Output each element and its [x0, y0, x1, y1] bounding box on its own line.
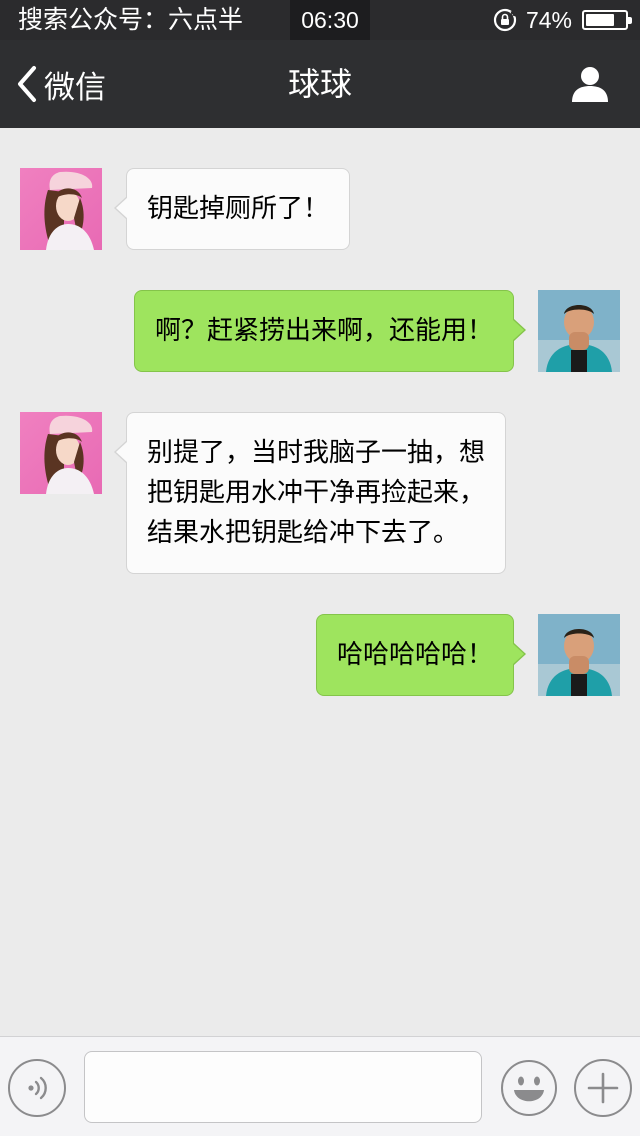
female-avatar[interactable] — [20, 168, 102, 250]
status-indicators: 74% — [492, 0, 632, 40]
battery-percent: 74% — [525, 6, 572, 33]
status-time: 06:30 — [290, 0, 370, 40]
message-text-line: 把钥匙用水冲干净再捡起来， — [147, 478, 486, 508]
message-text-line: 结果水把钥匙给冲下去了。 — [147, 518, 460, 548]
message-text: 钥匙掉厕所了！ — [147, 194, 330, 224]
back-button-label: 微信 — [44, 69, 106, 106]
received-message-bubble[interactable]: 别提了，当时我脑子一抽，想 把钥匙用水冲干净再捡起来， 结果水把钥匙给冲下去了。 — [113, 412, 507, 574]
female-avatar[interactable] — [20, 412, 102, 494]
battery-fill — [586, 14, 614, 26]
sent-message-bubble[interactable]: 哈哈哈哈哈！ — [315, 614, 527, 696]
status-carrier: 搜索公众号：六点半 — [18, 5, 244, 34]
message-text-line: 别提了，当时我脑子一抽，想 — [147, 438, 486, 468]
received-message-bubble[interactable]: 钥匙掉厕所了！ — [113, 168, 351, 250]
status-bar: 搜索公众号：六点半 06:30 74% — [0, 0, 640, 40]
battery-tip — [628, 17, 632, 24]
chevron-left-icon — [18, 66, 36, 102]
plus-icon — [587, 1072, 619, 1104]
message-input-bar — [0, 1036, 640, 1136]
voice-icon — [28, 1076, 47, 1100]
back-button[interactable]: 微信 — [16, 40, 106, 128]
navigation-bar: 球球 微信 — [0, 40, 640, 128]
person-icon[interactable] — [570, 64, 610, 104]
message-text: 哈哈哈哈哈！ — [336, 640, 493, 670]
battery-icon — [582, 10, 632, 30]
male-avatar[interactable] — [538, 290, 620, 372]
sent-message-bubble[interactable]: 啊？赶紧捞出来啊，还能用！ — [133, 290, 527, 372]
chat-message-list[interactable]: 钥匙掉厕所了！ 啊？赶紧捞出来啊，还能用！ 别提了，当时我脑子一抽，想 把钥匙用… — [0, 128, 640, 1036]
male-avatar[interactable] — [538, 614, 620, 696]
rotation-lock-icon — [493, 8, 518, 32]
message-text: 啊？赶紧捞出来啊，还能用！ — [154, 316, 493, 346]
more-options-button[interactable] — [574, 1059, 632, 1117]
message-input[interactable] — [84, 1051, 482, 1123]
emoji-icon[interactable] — [500, 1059, 558, 1117]
voice-input-button[interactable] — [8, 1059, 66, 1117]
